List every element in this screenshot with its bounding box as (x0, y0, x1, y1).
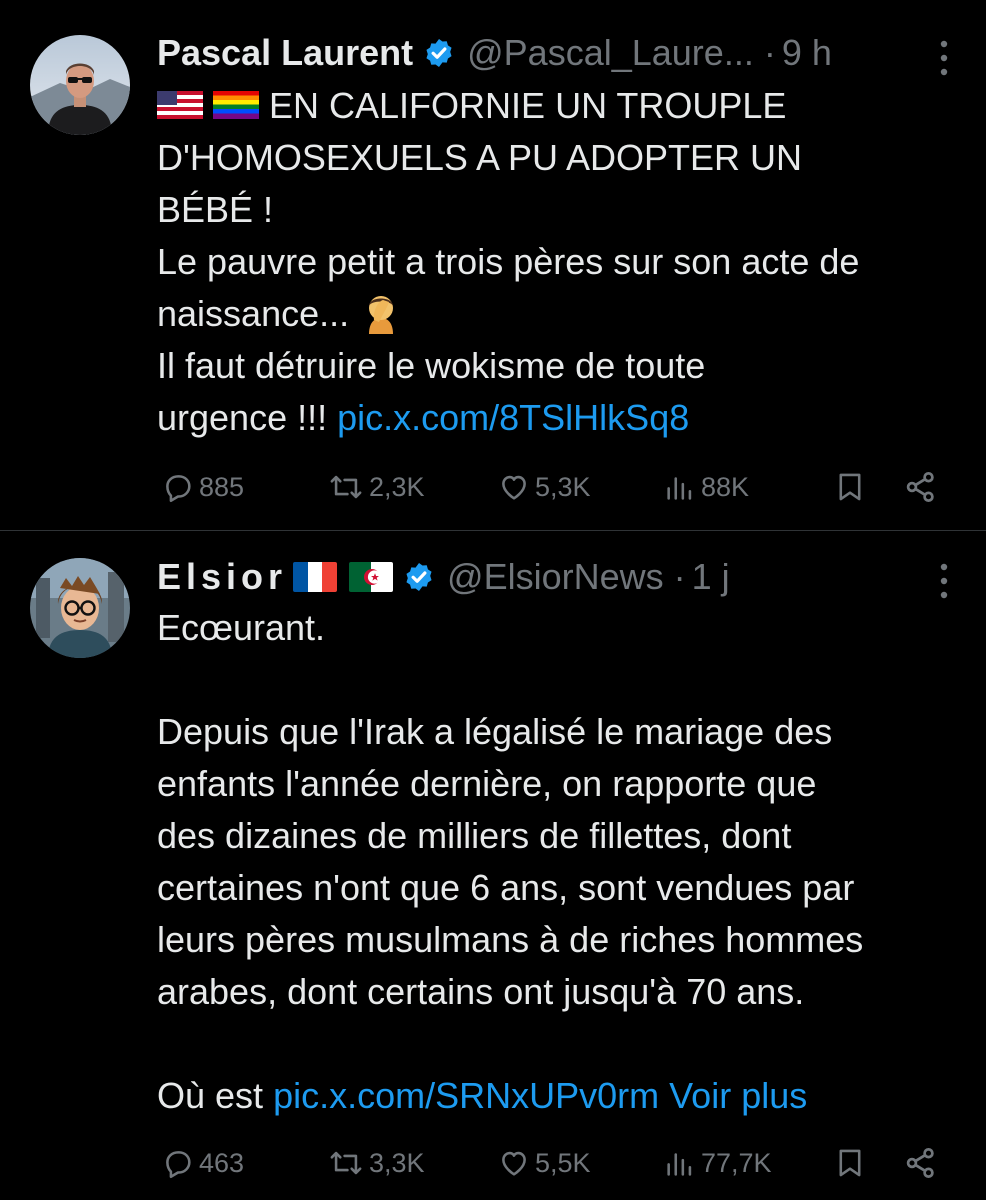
like-button[interactable]: 5,5K (497, 1143, 591, 1183)
timestamp[interactable]: 9 h (782, 32, 832, 74)
separator: · (763, 32, 776, 73)
heart-icon (502, 475, 526, 500)
bookmark-icon (839, 1149, 861, 1177)
avatar[interactable] (30, 35, 130, 135)
share-icon (906, 472, 934, 502)
handle[interactable]: @ElsiorNews (447, 556, 664, 598)
text-line: naissance... (157, 288, 950, 340)
reply-button[interactable]: 463 (161, 1143, 244, 1183)
view-count: 77,7K (701, 1147, 772, 1178)
bookmark-icon (839, 473, 861, 501)
text-line: enfants l'année dernière, on rapporte qu… (157, 763, 817, 804)
text-line: EN CALIFORNIE UN TROUPLE (157, 80, 950, 132)
text-line-content: naissance... (157, 293, 350, 334)
share-icon (906, 1148, 934, 1178)
algeria-flag-emoji (349, 562, 394, 592)
text-line-content: urgence !!! (157, 397, 328, 438)
views-button[interactable]: 77,7K (663, 1143, 772, 1183)
repost-count: 2,3K (369, 471, 425, 502)
verified-badge-icon[interactable] (403, 561, 435, 593)
media-link[interactable]: pic.x.com/SRNxUPv0rm (273, 1075, 659, 1116)
display-name[interactable]: Pascal Laurent (157, 32, 413, 74)
rainbow-flag-emoji (213, 91, 259, 119)
bookmark-button[interactable] (833, 467, 867, 507)
tweet-text: Ecœurant. Depuis que l'Irak a légalisé l… (157, 602, 950, 1122)
text-line-content: EN CALIFORNIE UN TROUPLE (269, 85, 787, 126)
separator: · (673, 556, 686, 597)
more-options-icon[interactable] (938, 38, 950, 78)
like-count: 5,3K (535, 471, 591, 502)
views-icon (667, 477, 692, 500)
facepalm-emoji (369, 296, 394, 334)
text-line: Le pauvre petit a trois pères sur son ac… (157, 241, 860, 282)
repost-icon (330, 1151, 362, 1175)
france-flag-emoji (293, 562, 338, 592)
text-line: BÉBÉ ! (157, 189, 274, 230)
share-button[interactable] (903, 467, 939, 507)
views-icon (667, 1153, 692, 1176)
timestamp[interactable]: 1 j (692, 556, 730, 598)
media-link[interactable]: pic.x.com/8TSlHlkSq8 (337, 397, 689, 438)
text-line: Ecœurant. (157, 607, 326, 648)
tweet-text: EN CALIFORNIE UN TROUPLE D'HOMOSEXUELS A… (157, 80, 950, 444)
reply-count: 463 (199, 1147, 245, 1178)
display-name[interactable]: Elsior (157, 556, 287, 598)
text-line-content: Où est (157, 1075, 264, 1116)
like-count: 5,5K (535, 1147, 591, 1178)
view-count: 88K (701, 471, 750, 502)
heart-icon (502, 1151, 526, 1176)
text-line: des dizaines de milliers de fillettes, d… (157, 815, 792, 856)
text-line: arabes, dont certains ont jusqu'à 70 ans… (157, 971, 805, 1012)
text-line: D'HOMOSEXUELS A PU ADOPTER UN (157, 137, 803, 178)
tweet-header: Elsior @ElsiorNews · 1 j (157, 554, 956, 600)
reply-icon (166, 475, 191, 503)
views-button[interactable]: 88K (663, 467, 749, 507)
text-line: urgence !!! pic.x.com/8TSlHlkSq8 (157, 392, 950, 444)
verified-badge-icon[interactable] (423, 37, 455, 69)
text-line: Où est pic.x.com/SRNxUPv0rm Voir plus (157, 1070, 950, 1122)
share-button[interactable] (903, 1143, 939, 1183)
repost-button[interactable]: 3,3K (327, 1143, 425, 1183)
tweet-header: Pascal Laurent @Pascal_Laure... · 9 h (157, 30, 956, 76)
like-button[interactable]: 5,3K (497, 467, 591, 507)
more-options-icon[interactable] (938, 561, 950, 601)
show-more-link[interactable]: Voir plus (669, 1075, 807, 1116)
handle[interactable]: @Pascal_Laure... (467, 32, 754, 74)
tweet[interactable]: Elsior @ElsiorNews · 1 j Ecœurant. Depui… (0, 531, 986, 1200)
action-bar: 463 3,3K 5,5K 77,7K (157, 1143, 950, 1183)
us-flag-emoji (157, 91, 203, 119)
repost-icon (330, 475, 362, 499)
text-line: certaines n'ont que 6 ans, sont vendues … (157, 867, 855, 908)
tweet[interactable]: Pascal Laurent @Pascal_Laure... · 9 h EN… (0, 0, 986, 530)
reply-count: 885 (199, 471, 245, 502)
avatar[interactable] (30, 558, 130, 658)
repost-button[interactable]: 2,3K (327, 467, 425, 507)
repost-count: 3,3K (369, 1147, 425, 1178)
reply-button[interactable]: 885 (161, 467, 244, 507)
text-line: Il faut détruire le wokisme de toute (157, 345, 706, 386)
text-line: Depuis que l'Irak a légalisé le mariage … (157, 711, 833, 752)
text-line: leurs pères musulmans à de riches hommes (157, 919, 864, 960)
reply-icon (166, 1151, 191, 1179)
action-bar: 885 2,3K 5,3K 88K (157, 467, 950, 507)
bookmark-button[interactable] (833, 1143, 867, 1183)
